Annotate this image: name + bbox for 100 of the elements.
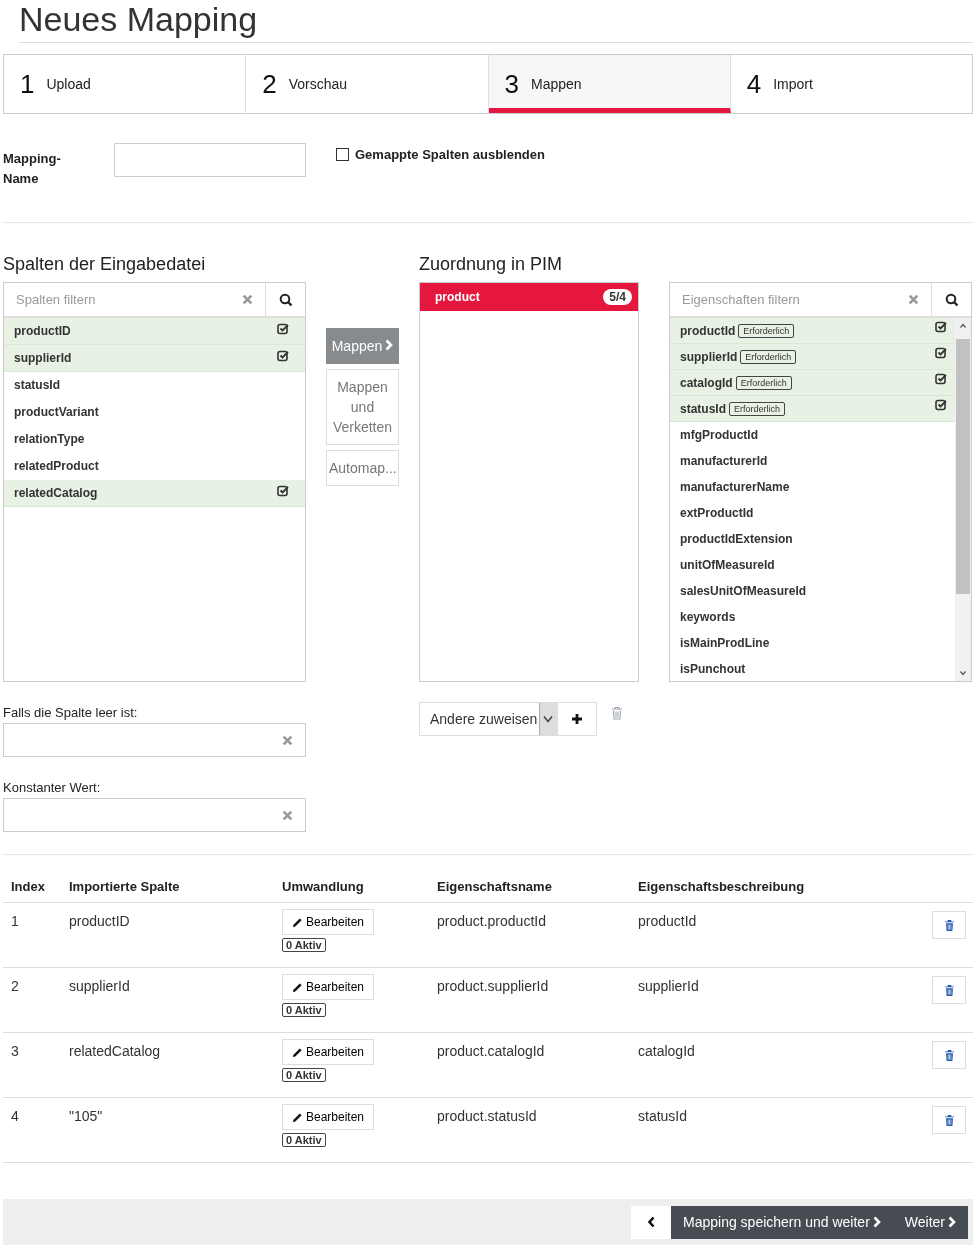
check-icon bbox=[935, 347, 947, 359]
step-tab[interactable]: 4 Import bbox=[730, 55, 972, 113]
trash-icon bbox=[943, 983, 955, 997]
table-cell: 4 bbox=[11, 1108, 19, 1124]
column-item[interactable]: statusId bbox=[4, 372, 305, 399]
required-badge: Erforderlich bbox=[738, 323, 795, 338]
status-badge: 0 Aktiv bbox=[282, 1068, 326, 1082]
field-label: Konstanter Wert: bbox=[3, 780, 102, 797]
step-tab[interactable]: 1 Upload bbox=[4, 55, 247, 113]
table-cell: productId bbox=[638, 913, 697, 929]
table-cell: statusId bbox=[638, 1108, 688, 1124]
column-item[interactable]: relatedCatalog bbox=[4, 480, 305, 507]
property-item[interactable]: catalogId Erforderlich bbox=[670, 370, 955, 396]
check-icon bbox=[935, 399, 947, 411]
back-button[interactable] bbox=[631, 1205, 671, 1239]
property-item[interactable]: supplierId Erforderlich bbox=[670, 344, 955, 370]
column-header: Index bbox=[3, 871, 61, 903]
trash-icon bbox=[943, 918, 955, 932]
next-button[interactable]: Weiter bbox=[892, 1205, 968, 1239]
status-badge: 0 Aktiv bbox=[282, 1133, 326, 1147]
mapping-name-label: Mapping-Name bbox=[3, 150, 62, 188]
field-label: Falls die Spalte leer ist: bbox=[3, 705, 139, 722]
chevron-icon bbox=[948, 1216, 956, 1228]
property-item[interactable]: productId Erforderlich bbox=[670, 318, 955, 344]
scroll-down-icon[interactable] bbox=[958, 668, 968, 678]
step-tab[interactable]: 3 Mappen bbox=[488, 55, 731, 113]
empty-value-field[interactable] bbox=[3, 723, 306, 757]
status-badge: 0 Aktiv bbox=[282, 1003, 326, 1017]
column-item[interactable]: relationType bbox=[4, 426, 305, 453]
add-button[interactable] bbox=[557, 702, 597, 736]
required-badge: Erforderlich bbox=[729, 401, 786, 416]
delete-button[interactable] bbox=[932, 976, 966, 1004]
chevron-icon bbox=[646, 1216, 656, 1228]
property-item[interactable]: isPunchout bbox=[670, 656, 955, 681]
property-item[interactable]: manufacturerId bbox=[670, 448, 955, 474]
pencil-icon bbox=[292, 1046, 303, 1058]
pencil-icon bbox=[292, 981, 303, 993]
check-icon bbox=[277, 323, 289, 335]
column-item[interactable]: relatedProduct bbox=[4, 453, 305, 480]
trash-icon[interactable] bbox=[611, 706, 623, 720]
delete-button[interactable] bbox=[932, 1106, 966, 1134]
plus-icon bbox=[571, 713, 583, 725]
edit-button[interactable]: Bearbeiten bbox=[282, 909, 375, 935]
trash-icon bbox=[943, 1048, 955, 1062]
property-item[interactable]: manufacturerName bbox=[670, 474, 955, 500]
table-cell: relatedCatalog bbox=[69, 1043, 161, 1059]
column-item[interactable]: supplierId bbox=[4, 345, 305, 372]
column-item[interactable]: productID bbox=[4, 318, 305, 345]
required-badge: Erforderlich bbox=[735, 375, 792, 390]
property-item[interactable]: extProductId bbox=[670, 500, 955, 526]
table-cell: supplierId bbox=[69, 978, 130, 994]
status-badge: 0 Aktiv bbox=[282, 938, 326, 952]
table-cell: supplierId bbox=[638, 978, 699, 994]
property-item[interactable]: mfgProductId bbox=[670, 422, 955, 448]
assign-select[interactable]: Andere zuweisen bbox=[419, 702, 557, 736]
delete-button[interactable] bbox=[932, 1041, 966, 1069]
scrollbar[interactable] bbox=[955, 318, 971, 681]
required-badge: Erforderlich bbox=[740, 349, 797, 364]
table-cell: catalogId bbox=[638, 1043, 695, 1059]
chevron-icon bbox=[385, 339, 394, 351]
mapping-name-field[interactable] bbox=[114, 143, 306, 177]
edit-button[interactable]: Bearbeiten bbox=[282, 1039, 375, 1065]
checkbox[interactable] bbox=[336, 148, 349, 161]
count-badge: 5/4 bbox=[603, 289, 632, 305]
section-title: Spalten der Eingabedatei bbox=[3, 253, 207, 275]
property-item[interactable]: salesUnitOfMeasureId bbox=[670, 578, 955, 604]
table-cell: product.supplierId bbox=[437, 978, 549, 994]
delete-button[interactable] bbox=[932, 911, 966, 939]
clear-icon[interactable] bbox=[908, 294, 919, 305]
edit-button[interactable]: Bearbeiten bbox=[282, 974, 375, 1000]
edit-button[interactable]: Bearbeiten bbox=[282, 1104, 375, 1130]
section-title: Zuordnung in PIM bbox=[419, 253, 564, 275]
table-cell: productID bbox=[69, 913, 130, 929]
check-icon bbox=[935, 321, 947, 333]
property-item[interactable]: statusId Erforderlich bbox=[670, 396, 955, 422]
save-continue-button[interactable]: Mapping speichern und weiter bbox=[671, 1205, 893, 1239]
action-button[interactable]: Mappen und Verketten bbox=[326, 369, 399, 445]
clear-icon[interactable] bbox=[282, 734, 293, 746]
table-cell: 3 bbox=[11, 1043, 19, 1059]
column-header: Eigenschaftsbeschreibung bbox=[630, 871, 901, 903]
step-tab[interactable]: 2 Vorschau bbox=[246, 55, 489, 113]
column-header: Umwandlung bbox=[274, 871, 429, 903]
table-cell: product.statusId bbox=[437, 1108, 537, 1124]
table-cell: 2 bbox=[11, 978, 19, 994]
clear-icon[interactable] bbox=[242, 294, 253, 305]
action-button[interactable]: Automap... bbox=[326, 450, 399, 486]
column-header: Importierte Spalte bbox=[61, 871, 274, 903]
column-item[interactable]: productVariant bbox=[4, 399, 305, 426]
property-item[interactable]: unitOfMeasureId bbox=[670, 552, 955, 578]
clear-icon[interactable] bbox=[282, 809, 293, 821]
checkbox-label: Gemappte Spalten ausblenden bbox=[355, 147, 545, 162]
column-header: Eigenschaftsname bbox=[429, 871, 630, 903]
property-item[interactable]: isMainProdLine bbox=[670, 630, 955, 656]
pencil-icon bbox=[292, 916, 303, 928]
property-item[interactable]: keywords bbox=[670, 604, 955, 630]
table-cell: product.catalogId bbox=[437, 1043, 545, 1059]
chevron-icon bbox=[872, 1216, 881, 1228]
constant-value-field[interactable] bbox=[3, 798, 306, 832]
property-item[interactable]: productIdExtension bbox=[670, 526, 955, 552]
entity-item[interactable]: product 5/4 bbox=[420, 283, 638, 311]
